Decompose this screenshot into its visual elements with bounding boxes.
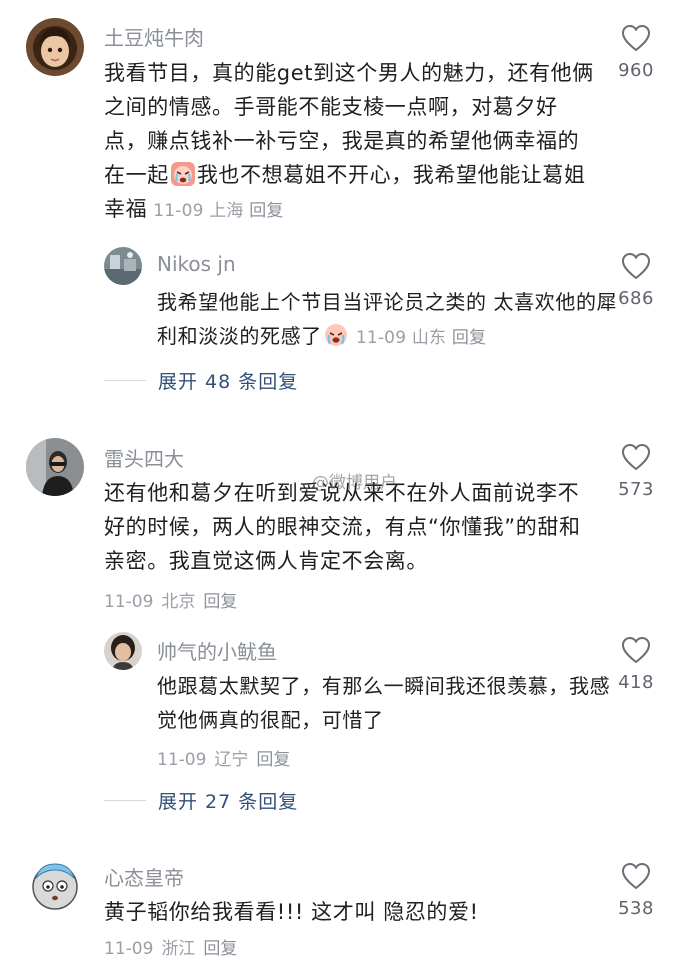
username[interactable]: 雷头四大 [104, 443, 184, 472]
comment-text: 我看节目，真的能get到这个男人的魅力，还有他俩之间的情感。手哥能不能支棱一点啊… [104, 56, 600, 228]
like-count: 538 [618, 898, 654, 919]
expand-replies-label: 展开 27 条回复 [158, 790, 299, 813]
reply-button[interactable]: 回复 [452, 328, 486, 348]
comment-location: 上海 [209, 201, 244, 221]
reply-date: 11-09 [157, 750, 207, 770]
username[interactable]: 心态皇帝 [104, 862, 184, 891]
avatar[interactable] [26, 438, 84, 496]
comment-date: 11-09 [104, 592, 154, 612]
comment-location: 北京 [161, 592, 196, 612]
watermark: @微博用户 [312, 473, 397, 493]
heart-outline-icon [621, 636, 651, 664]
comment-meta: 11-09 北京 回复 [104, 587, 245, 612]
avatar[interactable] [26, 18, 84, 76]
comment-date: 11-09 [153, 201, 204, 221]
reply-button[interactable]: 回复 [203, 592, 237, 612]
comment-text: 黄子韬你给我看看!!! 这才叫 隐忍的爱! [104, 900, 479, 924]
heart-outline-icon [621, 862, 651, 890]
like-count: 418 [618, 672, 654, 693]
comment-location: 浙江 [161, 939, 196, 959]
reply-location: 辽宁 [214, 750, 249, 770]
reply-date: 11-09 [355, 328, 407, 348]
avatar[interactable] [104, 632, 142, 670]
expand-replies-button[interactable]: 展开 27 条回复 [104, 788, 299, 813]
reply-button[interactable]: 回复 [203, 939, 237, 959]
crying-face-emoji [170, 161, 196, 187]
expand-replies-label: 展开 48 条回复 [158, 370, 299, 393]
expand-replies-button[interactable]: 展开 48 条回复 [104, 368, 299, 393]
like-count: 960 [618, 60, 654, 81]
username[interactable]: 土豆炖牛肉 [104, 22, 204, 51]
comment-meta: 11-09 上海 回复 [153, 201, 283, 221]
reply-text: 他跟葛太默契了，有那么一瞬间我还很羡慕，我感觉他俩真的很配，可惜了 [157, 674, 611, 732]
like-count: 573 [618, 479, 654, 500]
heart-outline-icon [621, 24, 651, 52]
like-button[interactable]: 960 [606, 24, 666, 81]
like-button[interactable]: 686 [606, 252, 666, 309]
like-button[interactable]: 573 [606, 443, 666, 500]
reply-location: 山东 [411, 328, 447, 348]
reply-username[interactable]: 帅气的小鱿鱼 [157, 636, 277, 665]
expand-divider [104, 799, 146, 801]
expand-divider [104, 379, 146, 381]
like-count: 686 [618, 288, 654, 309]
comment-meta: 11-09 浙江 回复 [104, 934, 245, 959]
like-button[interactable]: 538 [606, 862, 666, 919]
heart-outline-icon [621, 443, 651, 471]
avatar[interactable] [104, 247, 142, 285]
comment-date: 11-09 [104, 939, 154, 959]
reply-button[interactable]: 回复 [256, 750, 290, 770]
reply-button[interactable]: 回复 [249, 201, 283, 221]
avatar[interactable] [26, 856, 84, 914]
reply-username[interactable]: Nikos jn [157, 252, 236, 276]
crying-face-emoji [323, 322, 349, 348]
reply-meta: 11-09 辽宁 回复 [157, 745, 298, 770]
reply-text: 我希望他能上个节目当评论员之类的 太喜欢他的犀利和淡淡的死感了 11-09 山东 … [157, 285, 627, 355]
heart-outline-icon [621, 252, 651, 280]
reply-meta: 11-09 山东 回复 [356, 328, 486, 348]
like-button[interactable]: 418 [606, 636, 666, 693]
